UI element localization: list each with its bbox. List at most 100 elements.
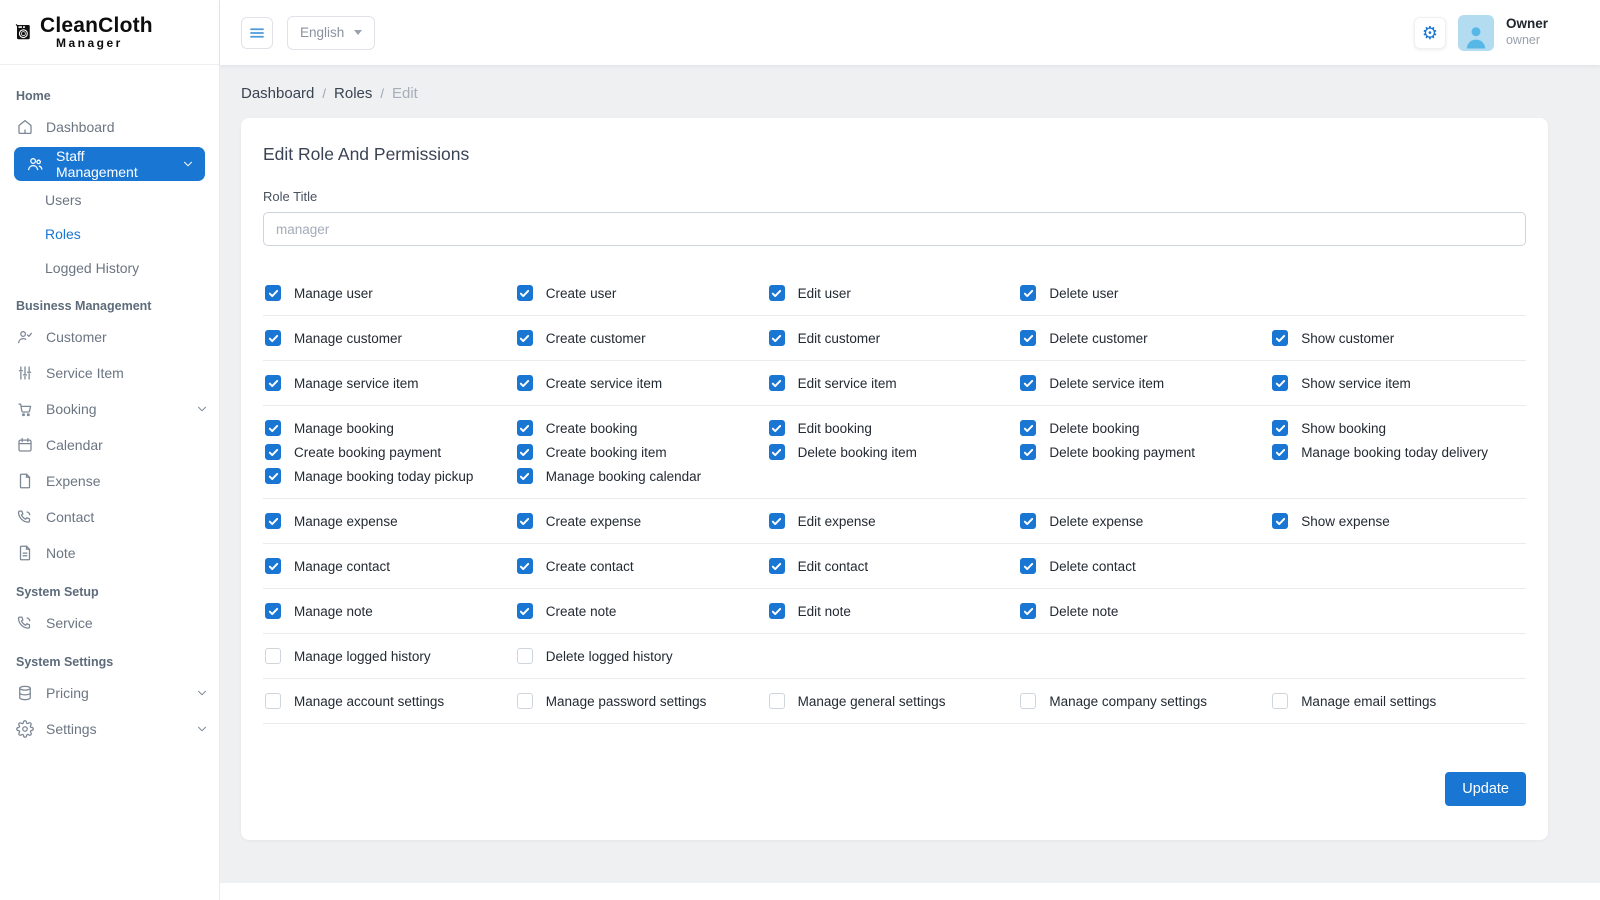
sidebar-item-calendar[interactable]: Calendar: [0, 427, 219, 463]
unchecked-checkbox[interactable]: [517, 648, 533, 664]
update-button[interactable]: Update: [1445, 772, 1526, 806]
permission-item-manage-user[interactable]: Manage user: [265, 285, 517, 301]
checked-checkbox[interactable]: [769, 603, 785, 619]
checked-checkbox[interactable]: [265, 285, 281, 301]
permission-item-edit-contact[interactable]: Edit contact: [769, 558, 1021, 574]
sidebar-item-staff-management[interactable]: Staff Management: [14, 147, 205, 181]
checked-checkbox[interactable]: [517, 420, 533, 436]
sidebar-item-expense[interactable]: Expense: [0, 463, 219, 499]
checked-checkbox[interactable]: [1272, 513, 1288, 529]
permission-item-delete-booking-item[interactable]: Delete booking item: [769, 444, 1021, 460]
checked-checkbox[interactable]: [265, 603, 281, 619]
permission-item-create-booking[interactable]: Create booking: [517, 420, 769, 436]
permission-item-show-booking[interactable]: Show booking: [1272, 420, 1524, 436]
checked-checkbox[interactable]: [265, 375, 281, 391]
checked-checkbox[interactable]: [517, 444, 533, 460]
permission-item-create-booking-payment[interactable]: Create booking payment: [265, 444, 517, 460]
permission-item-edit-customer[interactable]: Edit customer: [769, 330, 1021, 346]
sidebar-item-service[interactable]: Service: [0, 605, 219, 641]
unchecked-checkbox[interactable]: [1272, 693, 1288, 709]
sidebar-subitem-roles[interactable]: Roles: [0, 217, 219, 251]
menu-toggle-button[interactable]: [241, 17, 273, 49]
sidebar-item-contact[interactable]: Contact: [0, 499, 219, 535]
permission-item-edit-expense[interactable]: Edit expense: [769, 513, 1021, 529]
permission-item-manage-password-settings[interactable]: Manage password settings: [517, 693, 769, 709]
permission-item-create-booking-item[interactable]: Create booking item: [517, 444, 769, 460]
checked-checkbox[interactable]: [1020, 285, 1036, 301]
sidebar-item-dashboard[interactable]: Dashboard: [0, 109, 219, 145]
checked-checkbox[interactable]: [517, 513, 533, 529]
permission-item-delete-logged-history[interactable]: Delete logged history: [517, 648, 769, 664]
checked-checkbox[interactable]: [1020, 513, 1036, 529]
permission-item-manage-customer[interactable]: Manage customer: [265, 330, 517, 346]
checked-checkbox[interactable]: [1272, 420, 1288, 436]
permission-item-manage-company-settings[interactable]: Manage company settings: [1020, 693, 1272, 709]
permission-item-manage-contact[interactable]: Manage contact: [265, 558, 517, 574]
checked-checkbox[interactable]: [517, 603, 533, 619]
sidebar-item-settings[interactable]: Settings: [0, 711, 219, 747]
checked-checkbox[interactable]: [1272, 375, 1288, 391]
permission-item-delete-note[interactable]: Delete note: [1020, 603, 1272, 619]
checked-checkbox[interactable]: [769, 420, 785, 436]
language-dropdown[interactable]: English: [287, 16, 375, 50]
checked-checkbox[interactable]: [1020, 420, 1036, 436]
permission-item-edit-user[interactable]: Edit user: [769, 285, 1021, 301]
permission-item-manage-general-settings[interactable]: Manage general settings: [769, 693, 1021, 709]
permission-item-manage-booking[interactable]: Manage booking: [265, 420, 517, 436]
permission-item-edit-service-item[interactable]: Edit service item: [769, 375, 1021, 391]
checked-checkbox[interactable]: [517, 558, 533, 574]
permission-item-create-service-item[interactable]: Create service item: [517, 375, 769, 391]
checked-checkbox[interactable]: [1272, 330, 1288, 346]
permission-item-manage-logged-history[interactable]: Manage logged history: [265, 648, 517, 664]
sidebar-item-service-item[interactable]: Service Item: [0, 355, 219, 391]
sidebar-subitem-users[interactable]: Users: [0, 183, 219, 217]
sidebar-subitem-logged-history[interactable]: Logged History: [0, 251, 219, 285]
breadcrumb-roles[interactable]: Roles: [334, 85, 372, 102]
unchecked-checkbox[interactable]: [1020, 693, 1036, 709]
permission-item-manage-booking-today-delivery[interactable]: Manage booking today delivery: [1272, 444, 1524, 460]
checked-checkbox[interactable]: [265, 513, 281, 529]
unchecked-checkbox[interactable]: [517, 693, 533, 709]
permission-item-delete-contact[interactable]: Delete contact: [1020, 558, 1272, 574]
checked-checkbox[interactable]: [1020, 603, 1036, 619]
brand-logo[interactable]: CleanCloth Manager: [0, 0, 219, 65]
permission-item-delete-service-item[interactable]: Delete service item: [1020, 375, 1272, 391]
checked-checkbox[interactable]: [517, 330, 533, 346]
sidebar-item-customer[interactable]: Customer: [0, 319, 219, 355]
permission-item-manage-note[interactable]: Manage note: [265, 603, 517, 619]
permission-item-create-note[interactable]: Create note: [517, 603, 769, 619]
permission-item-create-expense[interactable]: Create expense: [517, 513, 769, 529]
checked-checkbox[interactable]: [1020, 558, 1036, 574]
checked-checkbox[interactable]: [769, 330, 785, 346]
checked-checkbox[interactable]: [265, 444, 281, 460]
checked-checkbox[interactable]: [769, 375, 785, 391]
permission-item-manage-email-settings[interactable]: Manage email settings: [1272, 693, 1524, 709]
checked-checkbox[interactable]: [1020, 330, 1036, 346]
settings-button[interactable]: ⚙: [1414, 17, 1446, 49]
permission-item-show-customer[interactable]: Show customer: [1272, 330, 1524, 346]
unchecked-checkbox[interactable]: [265, 648, 281, 664]
role-title-input[interactable]: [263, 212, 1526, 246]
sidebar-item-note[interactable]: Note: [0, 535, 219, 571]
permission-item-manage-expense[interactable]: Manage expense: [265, 513, 517, 529]
permission-item-create-contact[interactable]: Create contact: [517, 558, 769, 574]
checked-checkbox[interactable]: [517, 285, 533, 301]
checked-checkbox[interactable]: [1020, 375, 1036, 391]
checked-checkbox[interactable]: [517, 468, 533, 484]
permission-item-delete-user[interactable]: Delete user: [1020, 285, 1272, 301]
checked-checkbox[interactable]: [265, 330, 281, 346]
permission-item-delete-customer[interactable]: Delete customer: [1020, 330, 1272, 346]
permission-item-edit-note[interactable]: Edit note: [769, 603, 1021, 619]
permission-item-manage-booking-today-pickup[interactable]: Manage booking today pickup: [265, 468, 517, 484]
checked-checkbox[interactable]: [769, 513, 785, 529]
permission-item-create-customer[interactable]: Create customer: [517, 330, 769, 346]
permission-item-show-expense[interactable]: Show expense: [1272, 513, 1524, 529]
permission-item-manage-account-settings[interactable]: Manage account settings: [265, 693, 517, 709]
permission-item-delete-booking[interactable]: Delete booking: [1020, 420, 1272, 436]
sidebar-item-booking[interactable]: Booking: [0, 391, 219, 427]
checked-checkbox[interactable]: [1020, 444, 1036, 460]
breadcrumb-dashboard[interactable]: Dashboard: [241, 85, 314, 102]
permission-item-delete-expense[interactable]: Delete expense: [1020, 513, 1272, 529]
permission-item-create-user[interactable]: Create user: [517, 285, 769, 301]
permission-item-delete-booking-payment[interactable]: Delete booking payment: [1020, 444, 1272, 460]
